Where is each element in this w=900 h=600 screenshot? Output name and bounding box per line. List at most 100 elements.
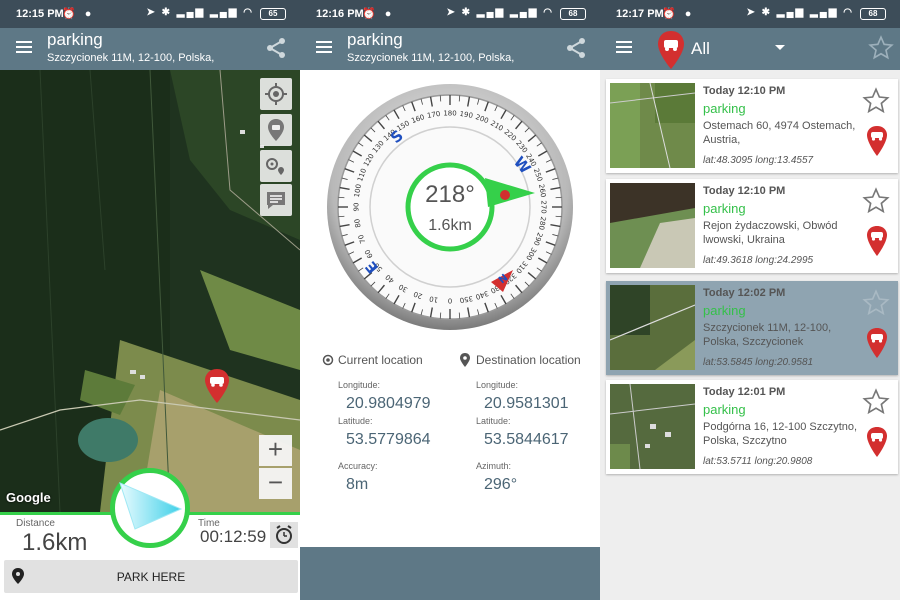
current-location-icon bbox=[322, 354, 334, 366]
destination-longitude-label: Longitude: bbox=[476, 380, 519, 390]
car-pin-icon[interactable] bbox=[866, 225, 888, 257]
item-time: Today 12:01 PM bbox=[703, 386, 786, 398]
battery-icon: 68 bbox=[560, 8, 586, 20]
dropdown-arrow-icon[interactable] bbox=[774, 44, 786, 52]
compass-degree-label: 90 bbox=[353, 203, 361, 212]
compass-tick bbox=[439, 312, 442, 319]
list-item-selected[interactable]: Today 12:02 PM parking Szczycionek 11M, … bbox=[606, 281, 898, 375]
battery-icon: 68 bbox=[860, 8, 886, 20]
heading-value: 218° bbox=[425, 181, 475, 208]
map-thumbnail bbox=[610, 183, 695, 268]
share-icon[interactable] bbox=[564, 36, 588, 60]
page-title: parking bbox=[347, 30, 403, 49]
map-imagery bbox=[0, 70, 300, 512]
notification-icons: ⏰ ● bbox=[62, 8, 95, 20]
compass-tick bbox=[338, 196, 345, 199]
car-marker-icon bbox=[658, 31, 684, 69]
gps-icon bbox=[265, 83, 287, 105]
car-location-button[interactable] bbox=[260, 114, 292, 146]
notification-icons: ⏰ ● bbox=[362, 8, 395, 20]
item-address: Ostemach 60, 4974 Ostemach, Austria, bbox=[703, 120, 856, 146]
azimuth-value: 296° bbox=[484, 476, 518, 493]
notes-button[interactable] bbox=[260, 184, 292, 216]
compass-tick bbox=[439, 95, 442, 102]
compass-tick bbox=[338, 215, 345, 218]
list-item[interactable]: Today 12:01 PM parking Podgórna 16, 12-1… bbox=[606, 380, 898, 474]
compass-degree-label: 180 bbox=[443, 110, 456, 118]
accuracy-label: Accuracy: bbox=[338, 461, 378, 471]
compass-degree-label: 10 bbox=[429, 294, 439, 303]
route-button[interactable] bbox=[260, 150, 292, 182]
menu-icon[interactable] bbox=[16, 41, 32, 53]
item-address: Szczycionek 11M, 12-100, Polska, Szczyci… bbox=[703, 322, 832, 348]
car-pin-icon[interactable] bbox=[866, 426, 888, 458]
page-subtitle: Szczycionek 11M, 12-100, Polska, bbox=[47, 52, 215, 64]
my-location-button[interactable] bbox=[260, 78, 292, 110]
accuracy-value: 8m bbox=[346, 476, 369, 493]
current-longitude-label: Longitude: bbox=[338, 380, 381, 390]
item-name: parking bbox=[703, 402, 746, 417]
signal-icons: ➤ ✱ ▂▄▆ ▂▄▆ ◠ bbox=[446, 7, 554, 18]
item-coordinates: lat:49.3618 long:24.2995 bbox=[703, 255, 814, 266]
compass-tick bbox=[555, 215, 562, 218]
signal-icons: ➤ ✱ ▂▄▆ ▂▄▆ ◠ bbox=[746, 7, 854, 18]
item-name: parking bbox=[703, 303, 746, 318]
star-icon[interactable] bbox=[862, 289, 890, 317]
destination-longitude-value: 20.9581301 bbox=[484, 395, 569, 412]
car-pin-icon bbox=[268, 119, 284, 141]
park-here-button[interactable]: PARK HERE bbox=[4, 560, 298, 593]
page-subtitle: Szczycionek 11M, 12-100, Polska, bbox=[347, 52, 515, 64]
current-location-title: Current location bbox=[338, 353, 423, 367]
status-time: 12:16 PM bbox=[316, 8, 364, 20]
status-time: 12:15 PM bbox=[16, 8, 64, 20]
distance-label: Distance bbox=[16, 518, 55, 529]
item-name: parking bbox=[703, 101, 746, 116]
favorites-star-icon[interactable] bbox=[868, 35, 894, 61]
menu-icon[interactable] bbox=[316, 41, 332, 53]
current-latitude-label: Latitude: bbox=[338, 416, 373, 426]
item-name: parking bbox=[703, 201, 746, 216]
zoom-out-button[interactable]: − bbox=[259, 468, 292, 499]
item-address: Rejon żydaczowski, Obwód lwowski, Ukrain… bbox=[703, 220, 838, 246]
destination-location-title: Destination location bbox=[476, 353, 581, 367]
item-time: Today 12:02 PM bbox=[703, 287, 786, 299]
share-icon[interactable] bbox=[264, 36, 288, 60]
map-thumbnail bbox=[610, 285, 695, 370]
item-address: Podgórna 16, 12-100 Szczytno, Polska, Sz… bbox=[703, 421, 858, 447]
direction-arrow-indicator bbox=[110, 468, 190, 548]
parking-history-screen: 12:17 PM ⏰ ● ➤ ✱ ▂▄▆ ▂▄▆ ◠ 68 All Today … bbox=[600, 0, 900, 600]
car-pin-icon[interactable] bbox=[866, 327, 888, 359]
parked-car-marker-icon[interactable] bbox=[204, 368, 230, 404]
alarm-clock-icon bbox=[276, 525, 292, 544]
star-icon[interactable] bbox=[862, 187, 890, 215]
satellite-map[interactable]: + − Google bbox=[0, 70, 300, 512]
park-here-label: PARK HERE bbox=[116, 570, 186, 584]
compass-screen: 12:16 PM ⏰ ● ➤ ✱ ▂▄▆ ▂▄▆ ◠ 68 parking Sz… bbox=[300, 0, 600, 600]
status-bar: 12:16 PM ⏰ ● ➤ ✱ ▂▄▆ ▂▄▆ ◠ 68 bbox=[300, 0, 600, 28]
destination-pointer-car-icon bbox=[500, 190, 510, 200]
car-pin-icon[interactable] bbox=[866, 125, 888, 157]
star-icon[interactable] bbox=[862, 388, 890, 416]
compass-dial: 180 190 2002102202302402502602702802903003… bbox=[327, 84, 573, 330]
destination-latitude-label: Latitude: bbox=[476, 416, 511, 426]
item-time: Today 12:10 PM bbox=[703, 85, 786, 97]
notification-icons: ⏰ ● bbox=[662, 8, 695, 20]
bottom-bar bbox=[300, 547, 600, 600]
menu-icon[interactable] bbox=[616, 41, 632, 53]
alarm-button[interactable] bbox=[270, 522, 298, 548]
azimuth-label: Azimuth: bbox=[476, 461, 512, 471]
filter-dropdown-value[interactable]: All bbox=[691, 39, 710, 59]
signal-icons: ➤ ✱ ▂▄▆ ▂▄▆ ◠ bbox=[146, 7, 254, 18]
page-title: parking bbox=[47, 30, 103, 49]
item-coordinates: lat:48.3095 long:13.4557 bbox=[703, 155, 814, 166]
app-bar: All bbox=[600, 28, 900, 70]
location-pin-icon bbox=[266, 158, 284, 175]
star-icon[interactable] bbox=[862, 87, 890, 115]
zoom-in-button[interactable]: + bbox=[259, 435, 292, 466]
list-item[interactable]: Today 12:10 PM parking Ostemach 60, 4974… bbox=[606, 79, 898, 173]
app-bar: parking Szczycionek 11M, 12-100, Polska, bbox=[0, 28, 300, 70]
time-value: 00:12:59 bbox=[200, 527, 267, 546]
direction-arrow-icon bbox=[119, 482, 183, 530]
message-icon bbox=[267, 192, 285, 209]
list-item[interactable]: Today 12:10 PM parking Rejon żydaczowski… bbox=[606, 179, 898, 273]
